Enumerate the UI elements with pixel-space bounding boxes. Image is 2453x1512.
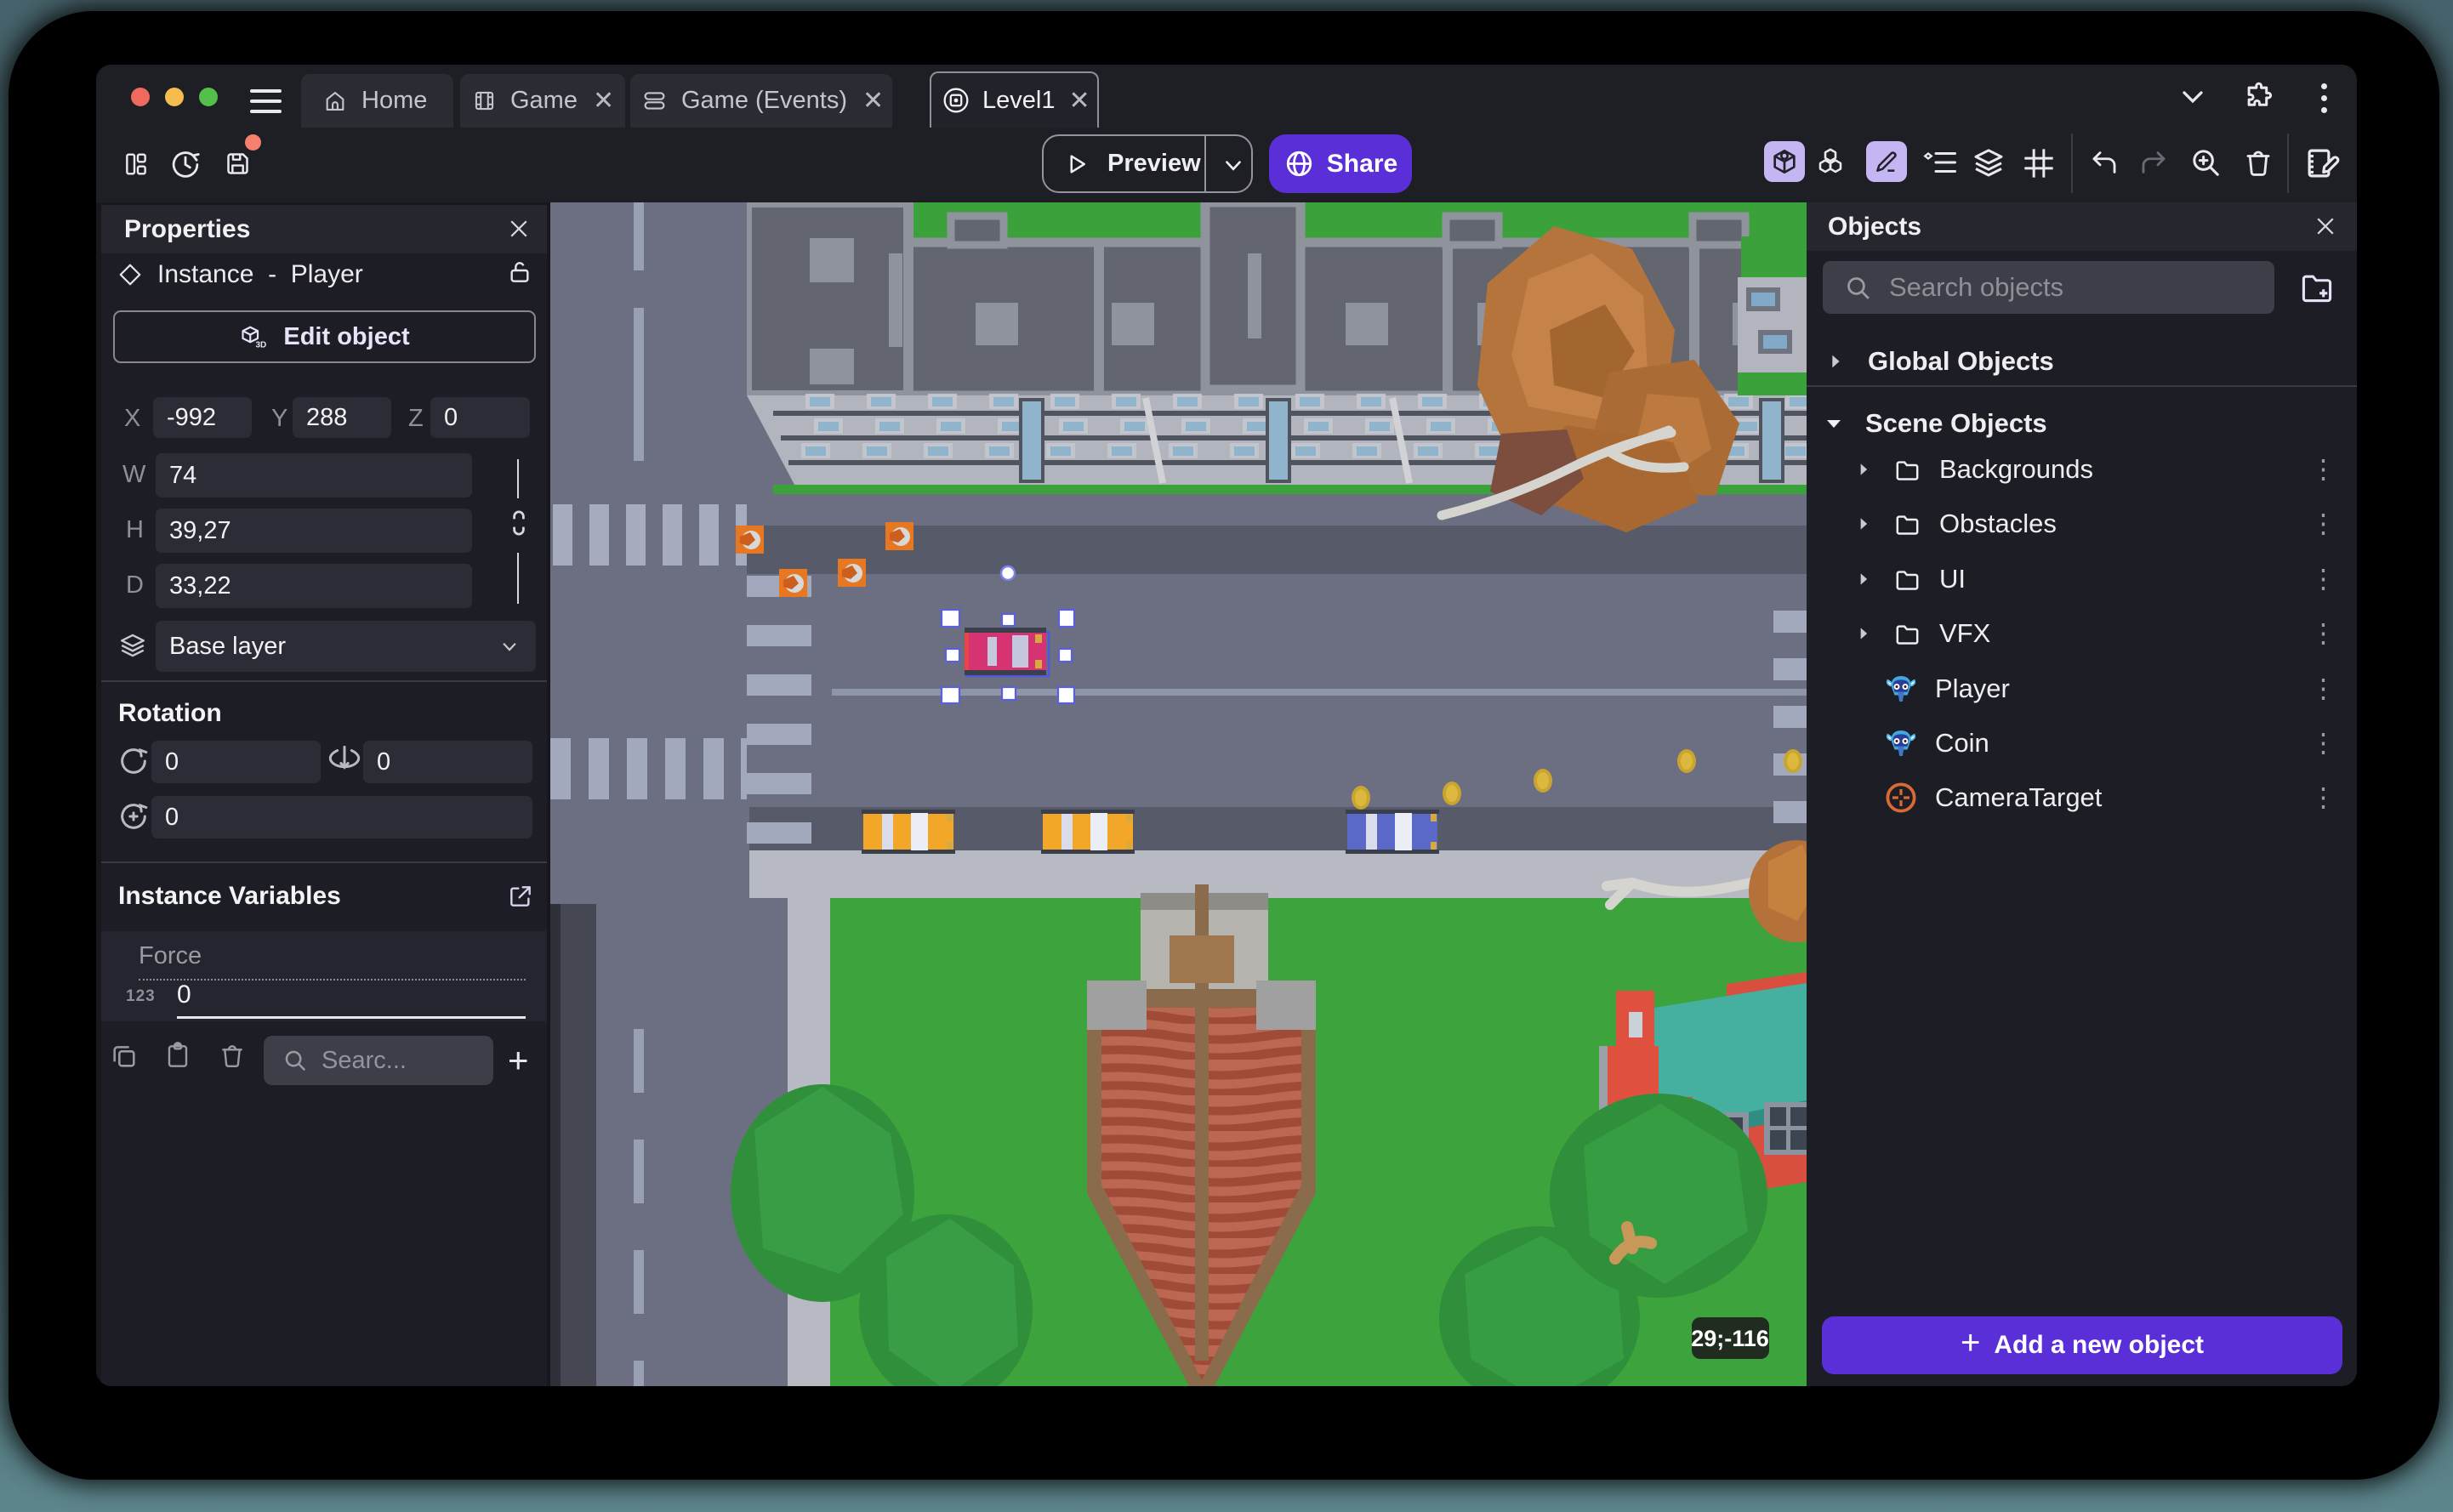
- svg-text:29;-116: 29;-116: [1691, 1326, 1769, 1351]
- svg-text:3D: 3D: [256, 341, 267, 350]
